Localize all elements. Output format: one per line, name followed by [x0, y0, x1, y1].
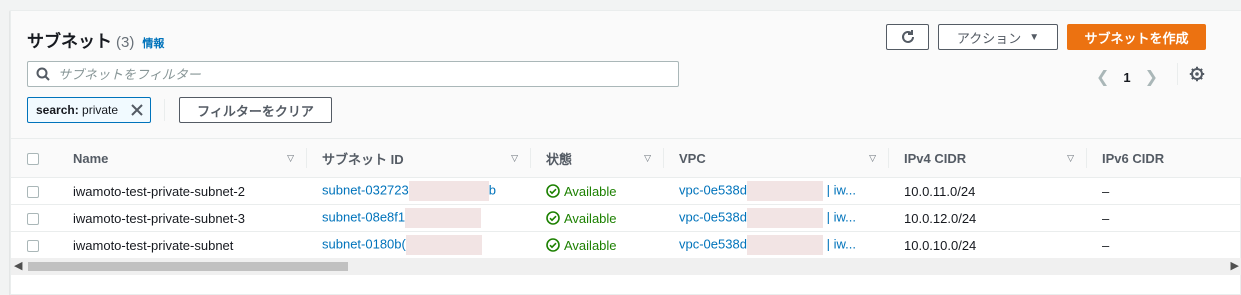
filter-token: search: private [27, 97, 151, 123]
column-ipv4-cidr[interactable]: IPv4 CIDR ▽ [889, 138, 1087, 178]
sort-icon: ▽ [511, 152, 518, 163]
vpc-link[interactable]: vpc-0e538d [679, 209, 747, 224]
subnet-id-link[interactable]: subnet-032723 [322, 182, 409, 197]
ipv4-cidr: 10.0.12.0/24 [889, 204, 1087, 232]
ipv6-cidr: – [1087, 177, 1241, 205]
redacted-area [746, 181, 823, 201]
actions-button[interactable]: アクション ▼ [938, 24, 1058, 50]
info-link[interactable]: 情報 [142, 38, 164, 50]
ipv4-cidr: 10.0.10.0/24 [889, 231, 1087, 259]
subnet-id-link[interactable]: subnet-0180b( [322, 236, 406, 251]
row-checkbox[interactable] [27, 186, 39, 199]
subnet-name: iwamoto-test-private-subnet-2 [73, 177, 307, 205]
vpc-name-link[interactable]: | iw... [827, 236, 856, 251]
ipv6-cidr: – [1087, 204, 1241, 232]
caret-down-icon: ▼ [1029, 31, 1040, 43]
scroll-left-icon[interactable]: ◀ [14, 259, 22, 272]
pagination: ❮ 1 ❯ [1096, 67, 1158, 87]
page-title: サブネット (3) 情報 [27, 27, 164, 52]
next-page-icon[interactable]: ❯ [1145, 67, 1158, 87]
check-circle-icon [546, 184, 560, 198]
search-input[interactable] [58, 66, 658, 82]
check-circle-icon [546, 238, 560, 252]
status-badge: Available [546, 211, 664, 226]
sort-icon: ▽ [287, 152, 294, 163]
refresh-icon [901, 30, 914, 43]
filter-token-value: private [82, 103, 119, 117]
subnets-table: Name ▽ サブネット ID ▽ 状態 ▽ VPC ▽ IPv4 CIDR ▽ IPv6… [11, 138, 1241, 259]
refresh-button[interactable] [886, 24, 929, 50]
current-page[interactable]: 1 [1123, 70, 1130, 85]
search-box[interactable] [27, 61, 679, 87]
subnet-name: iwamoto-test-private-subnet [73, 231, 307, 259]
row-checkbox[interactable] [27, 213, 39, 226]
clear-filter-button[interactable]: フィルターをクリア [179, 97, 332, 123]
vpc-name-link[interactable]: | iw... [827, 209, 856, 224]
select-all-checkbox[interactable] [27, 153, 39, 166]
divider [1177, 63, 1178, 85]
column-ipv6-cidr[interactable]: IPv6 CIDR [1087, 138, 1241, 178]
vpc-link[interactable]: vpc-0e538d [679, 182, 747, 197]
subnets-panel: サブネット(3) 情報 アクション ▼ サブネットを作成 ❮ 1 ❯ search… [10, 10, 1241, 295]
table-header-row: Name ▽ サブネット ID ▽ 状態 ▽ VPC ▽ IPv4 CIDR ▽ IPv6… [11, 138, 1241, 178]
panel-header: サブネット(3) 情報 アクション ▼ サブネットを作成 ❮ 1 ❯ search… [11, 11, 1241, 138]
redacted-area [405, 235, 482, 255]
sort-icon: ▽ [1067, 152, 1074, 163]
divider [164, 99, 165, 121]
vpc-link[interactable]: vpc-0e538d [679, 236, 747, 251]
column-subnet-id[interactable]: サブネット ID ▽ [307, 138, 531, 178]
redacted-area [746, 208, 823, 228]
close-icon[interactable] [130, 103, 144, 117]
create-subnet-button[interactable]: サブネットを作成 [1067, 24, 1206, 50]
prev-page-icon[interactable]: ❮ [1096, 67, 1109, 87]
sort-icon: ▽ [644, 152, 651, 163]
subnet-id-link[interactable]: subnet-08e8f1 [322, 209, 405, 224]
vpc-name-link[interactable]: | iw... [827, 182, 856, 197]
scroll-right-icon[interactable]: ▶ [1231, 259, 1239, 272]
column-vpc[interactable]: VPC ▽ [664, 138, 889, 178]
ipv6-cidr: – [1087, 231, 1241, 259]
subnet-name: iwamoto-test-private-subnet-3 [73, 204, 307, 232]
sort-icon: ▽ [869, 152, 876, 163]
scrollbar-thumb[interactable] [28, 262, 348, 271]
redacted-area [746, 235, 823, 255]
filter-token-key: search: [36, 103, 79, 117]
gear-icon[interactable] [1189, 66, 1205, 82]
check-circle-icon [546, 211, 560, 225]
table-row[interactable]: iwamoto-test-private-subnet-2 subnet-032… [11, 177, 1241, 205]
column-name[interactable]: Name ▽ [73, 138, 307, 178]
column-state[interactable]: 状態 ▽ [531, 138, 664, 178]
select-all-cell [11, 138, 73, 178]
actions-label: アクション [956, 30, 1022, 46]
horizontal-scrollbar[interactable]: ◀ ▶ [11, 258, 1241, 275]
subnet-count: (3) [116, 34, 135, 51]
status-badge: Available [546, 184, 664, 199]
row-checkbox[interactable] [27, 240, 39, 253]
table-row[interactable]: iwamoto-test-private-subnet subnet-0180b… [11, 231, 1241, 259]
title-text: サブネット [27, 32, 112, 51]
redacted-area [405, 208, 482, 228]
redacted-area [408, 181, 489, 201]
ipv4-cidr: 10.0.11.0/24 [889, 177, 1087, 205]
search-icon [36, 67, 50, 81]
table-row[interactable]: iwamoto-test-private-subnet-3 subnet-08e… [11, 204, 1241, 232]
status-badge: Available [546, 238, 664, 253]
subnet-id-tail: b [488, 182, 496, 198]
